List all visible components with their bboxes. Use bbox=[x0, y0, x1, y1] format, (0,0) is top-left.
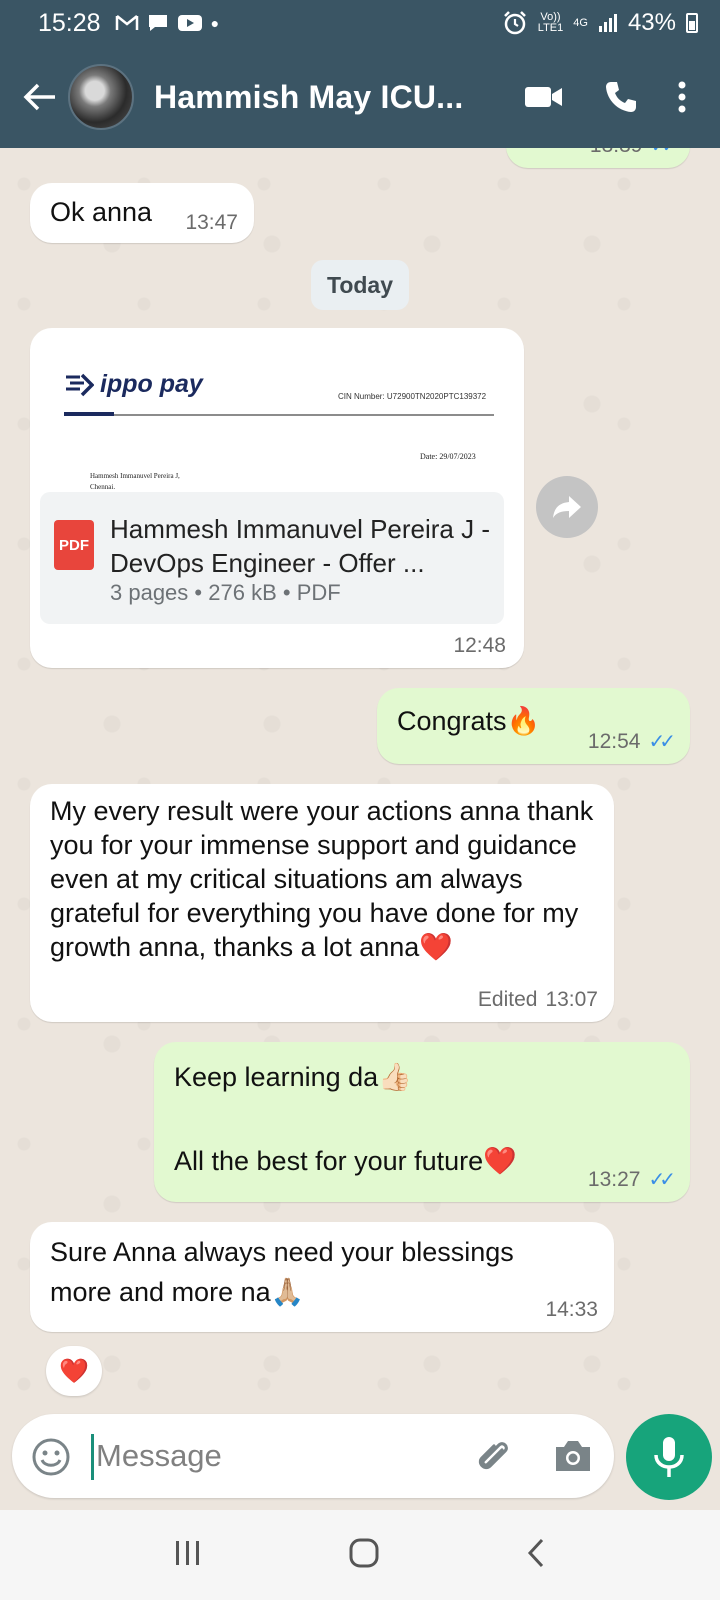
message-text: Congrats🔥 bbox=[397, 706, 541, 736]
document-type: PDF bbox=[296, 580, 341, 605]
text-caret bbox=[91, 1434, 94, 1480]
document-rule bbox=[64, 414, 494, 416]
alarm-icon bbox=[503, 11, 526, 35]
notification-icons: ● bbox=[115, 13, 219, 33]
read-ticks-icon: ✓✓ bbox=[648, 731, 675, 753]
document-pages: 3 pages bbox=[110, 580, 189, 605]
composer bbox=[12, 1414, 614, 1498]
gmail-icon bbox=[115, 15, 138, 30]
back-arrow-icon bbox=[23, 83, 55, 111]
battery-icon bbox=[686, 13, 698, 33]
system-navigation-bar bbox=[0, 1510, 720, 1600]
date-separator: Today bbox=[311, 260, 409, 310]
document-cin: CIN Number: U72900TN2020PTC139372 bbox=[338, 392, 487, 401]
message-list[interactable]: 13:39 ✓✓ Ok anna 13:47 Today ippo pay CI… bbox=[0, 148, 720, 1410]
document-info[interactable]: PDF Hammesh Immanuvel Pereira J - DevOps… bbox=[40, 492, 504, 624]
battery-percent: 43% bbox=[627, 9, 676, 36]
document-logo: ippo pay bbox=[100, 370, 203, 398]
message-time: 13:07 bbox=[545, 988, 598, 1011]
document-addressee: Hammesh Immanuvel Pereira J, bbox=[90, 472, 180, 480]
chat-bubble-icon bbox=[148, 15, 167, 31]
document-rule-accent bbox=[64, 412, 114, 416]
more-vert-icon bbox=[678, 81, 686, 113]
contact-avatar[interactable] bbox=[68, 64, 134, 130]
microphone-icon bbox=[654, 1437, 684, 1477]
message-time: 13:47 bbox=[185, 211, 238, 234]
signal-icon bbox=[598, 14, 617, 32]
emoji-icon bbox=[32, 1438, 70, 1476]
volte-indicator: Vo)) LTE1 bbox=[538, 12, 563, 34]
edited-label: Edited bbox=[477, 988, 538, 1011]
camera-button[interactable] bbox=[552, 1436, 594, 1481]
read-ticks-icon: ✓✓ bbox=[650, 148, 677, 158]
separator-dot: • bbox=[282, 580, 297, 605]
incoming-message[interactable]: Sure Anna always need your blessings mor… bbox=[30, 1222, 614, 1332]
emoji-button[interactable] bbox=[30, 1436, 72, 1483]
message-time: 12:48 bbox=[453, 634, 506, 657]
document-address-city: Chennai. bbox=[90, 483, 116, 491]
voice-call-button[interactable] bbox=[604, 80, 638, 114]
outgoing-message[interactable]: Congrats🔥 12:54 ✓✓ bbox=[377, 688, 690, 764]
back-button[interactable] bbox=[10, 67, 70, 127]
youtube-icon bbox=[177, 15, 202, 31]
recent-apps-icon bbox=[175, 1540, 199, 1565]
voice-record-button[interactable] bbox=[626, 1414, 712, 1500]
message-input[interactable] bbox=[96, 1432, 436, 1480]
contact-name[interactable]: Hammish May ICU... bbox=[154, 79, 464, 116]
back-chevron-icon bbox=[528, 1538, 544, 1567]
message-time: 13:39 bbox=[590, 148, 643, 158]
incoming-message[interactable]: My every result were your actions anna t… bbox=[30, 784, 614, 1022]
video-call-icon bbox=[525, 87, 562, 107]
message-text-line-1: Keep learning da👍🏻 bbox=[174, 1062, 412, 1092]
status-time: 15:28 bbox=[38, 8, 101, 37]
message-text: My every result were your actions anna t… bbox=[50, 796, 601, 962]
separator-dot: • bbox=[194, 580, 209, 605]
phone-icon bbox=[606, 82, 636, 112]
video-call-button[interactable] bbox=[524, 84, 564, 110]
message-text-line-2: All the best for your future❤️ bbox=[174, 1146, 517, 1176]
message-reaction[interactable]: ❤️ bbox=[46, 1346, 102, 1396]
document-preview[interactable]: ippo pay CIN Number: U72900TN2020PTC1393… bbox=[40, 338, 514, 492]
back-nav-button[interactable] bbox=[525, 1537, 547, 1574]
forward-icon bbox=[553, 496, 581, 518]
more-options-button[interactable] bbox=[678, 81, 686, 113]
message-time: 12:54 bbox=[587, 729, 641, 753]
outgoing-message[interactable]: Keep learning da👍🏻 All the best for your… bbox=[154, 1042, 690, 1202]
forward-button[interactable] bbox=[536, 476, 598, 538]
paperclip-icon bbox=[478, 1442, 508, 1470]
status-bar: 15:28 ● Vo)) LTE1 4G 43% bbox=[0, 0, 720, 46]
message-time: 13:27 bbox=[587, 1167, 641, 1191]
attach-button[interactable] bbox=[472, 1436, 514, 1483]
document-details: 3 pages • 276 kB • PDF bbox=[110, 580, 341, 606]
camera-icon bbox=[556, 1441, 590, 1471]
ippo-pay-logo: ippo pay bbox=[64, 370, 203, 399]
home-icon bbox=[349, 1538, 379, 1567]
home-button[interactable] bbox=[348, 1537, 380, 1574]
read-ticks-icon: ✓✓ bbox=[648, 1169, 675, 1191]
message-bubble-partial[interactable]: 13:39 ✓✓ bbox=[506, 148, 690, 168]
chat-header: Hammish May ICU... bbox=[0, 46, 720, 148]
document-filename: Hammesh Immanuvel Pereira J - DevOps Eng… bbox=[110, 514, 490, 578]
dot-icon: ● bbox=[210, 15, 220, 31]
message-time: 14:33 bbox=[545, 1298, 598, 1321]
message-text: Ok anna bbox=[50, 197, 153, 227]
document-message[interactable]: ippo pay CIN Number: U72900TN2020PTC1393… bbox=[30, 328, 524, 668]
incoming-message[interactable]: Ok anna 13:47 bbox=[30, 183, 254, 243]
recent-apps-button[interactable] bbox=[173, 1539, 203, 1572]
lte-label: LTE1 bbox=[537, 22, 564, 34]
document-date: Date: 29/07/2023 bbox=[420, 452, 476, 461]
document-size: 276 kB bbox=[208, 580, 277, 605]
data-type-indicator: 4G bbox=[573, 16, 588, 29]
ippo-logo-mark-icon bbox=[66, 373, 94, 396]
pdf-file-icon: PDF bbox=[54, 520, 94, 570]
message-text: Sure Anna always need your blessings mor… bbox=[50, 1237, 522, 1307]
